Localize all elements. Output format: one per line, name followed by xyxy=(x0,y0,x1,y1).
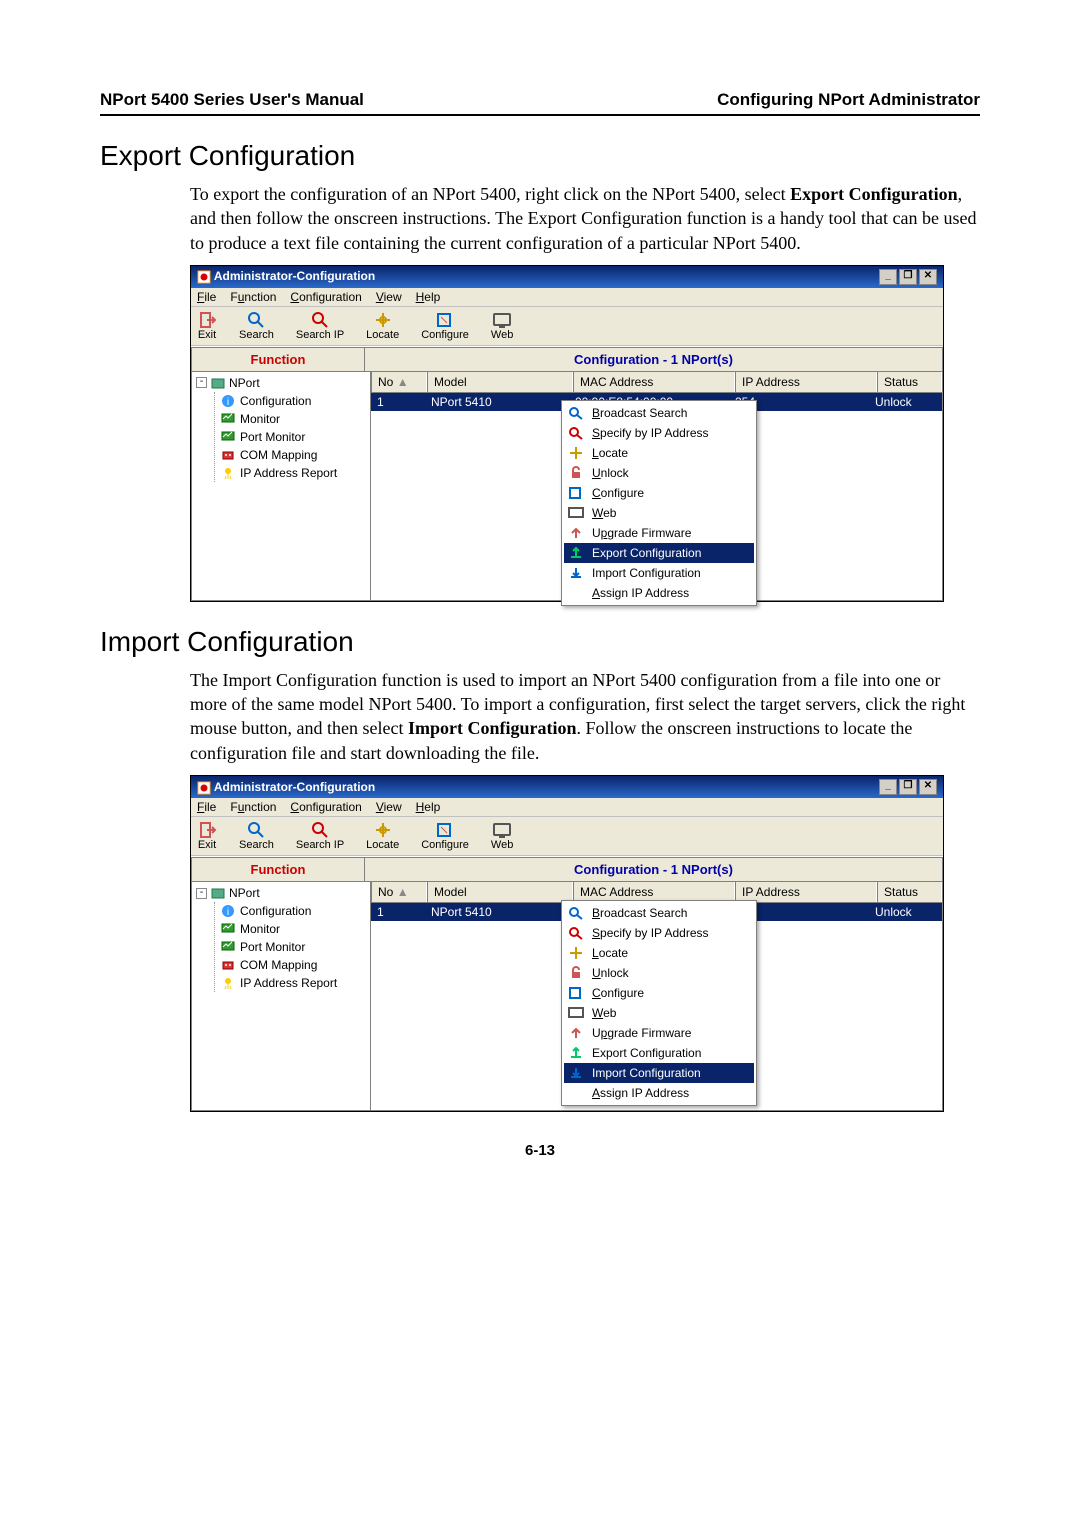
device-grid-2[interactable]: No ▲ Model MAC Address IP Address Status… xyxy=(371,882,943,1111)
toolbar-web-2[interactable]: Web xyxy=(491,821,513,851)
function-tree-2[interactable]: - NPort iConfiguration Monitor Port Moni… xyxy=(191,882,371,1111)
svg-text:i: i xyxy=(227,397,229,408)
export-paragraph: To export the configuration of an NPort … xyxy=(190,182,980,255)
col-status-2[interactable]: Status xyxy=(877,882,942,902)
min-button-2[interactable]: _ xyxy=(879,779,897,795)
ctx-specify-2[interactable]: Specify by IP Address xyxy=(564,923,754,943)
toolbar-search[interactable]: Search xyxy=(239,311,274,341)
function-tree[interactable]: - NPort iConfiguration Monitor Port Moni… xyxy=(191,372,371,601)
tree-monitor-2[interactable]: Monitor xyxy=(221,920,368,938)
right-pane-header: Configuration - 1 NPort(s) xyxy=(365,347,943,372)
ctx-unlock[interactable]: Unlock xyxy=(564,463,754,483)
ctx-configure-2[interactable]: Configure xyxy=(564,983,754,1003)
toolbar-searchip[interactable]: Search IP xyxy=(296,311,344,341)
ctx-specify[interactable]: Specify by IP Address xyxy=(564,423,754,443)
manual-title: NPort 5400 Series User's Manual xyxy=(100,90,364,110)
menu-file-2[interactable]: File xyxy=(197,800,216,814)
col-no-2[interactable]: No ▲ xyxy=(371,882,427,902)
ctx-broadcast-2[interactable]: Broadcast Search xyxy=(564,903,754,923)
menu-configuration-2[interactable]: Configuration xyxy=(290,800,361,814)
toolbar-configure[interactable]: Configure xyxy=(421,311,469,341)
col-ip[interactable]: IP Address xyxy=(735,372,877,392)
export-heading: Export Configuration xyxy=(100,140,980,172)
toolbar-exit-2[interactable]: Exit xyxy=(197,821,217,851)
import-paragraph: The Import Configuration function is use… xyxy=(190,668,980,765)
toolbar-searchip-2[interactable]: Search IP xyxy=(296,821,344,851)
menu-bar[interactable]: File Function Configuration View Help xyxy=(191,288,943,307)
menu-view-2[interactable]: View xyxy=(376,800,402,814)
col-mac[interactable]: MAC Address xyxy=(573,372,735,392)
tree-configuration[interactable]: iConfiguration xyxy=(221,392,368,410)
tree-port-monitor-2[interactable]: Port Monitor xyxy=(221,938,368,956)
menu-bar-2[interactable]: File Function Configuration View Help xyxy=(191,798,943,817)
menu-function[interactable]: Function xyxy=(230,290,276,304)
ctx-export[interactable]: Export Configuration xyxy=(564,543,754,563)
ctx-export-2[interactable]: Export Configuration xyxy=(564,1043,754,1063)
col-status[interactable]: Status xyxy=(877,372,942,392)
menu-file[interactable]: File xyxy=(197,290,216,304)
svg-text:i: i xyxy=(227,907,229,918)
col-no[interactable]: No ▲ xyxy=(371,372,427,392)
page-number: 6-13 xyxy=(100,1142,980,1159)
toolbar-web[interactable]: Web xyxy=(491,311,513,341)
ctx-import-2[interactable]: Import Configuration xyxy=(564,1063,754,1083)
window-title: Administrator-Configuration xyxy=(197,269,375,284)
tree-monitor[interactable]: Monitor xyxy=(221,410,368,428)
toolbar-configure-2[interactable]: Configure xyxy=(421,821,469,851)
title-bar[interactable]: Administrator-Configuration _ ❐ ✕ xyxy=(191,266,943,288)
tree-port-monitor[interactable]: Port Monitor xyxy=(221,428,368,446)
title-bar-2[interactable]: Administrator-Configuration _ ❐ ✕ xyxy=(191,776,943,798)
menu-help[interactable]: Help xyxy=(416,290,441,304)
ctx-broadcast[interactable]: Broadcast Search xyxy=(564,403,754,423)
toolbar-search-2[interactable]: Search xyxy=(239,821,274,851)
import-heading: Import Configuration xyxy=(100,626,980,658)
tree-ip-report[interactable]: IP Address Report xyxy=(221,464,368,482)
toolbar-exit[interactable]: Exit xyxy=(197,311,217,341)
menu-view[interactable]: View xyxy=(376,290,402,304)
toolbar-2: Exit Search Search IP Locate Configure W… xyxy=(191,817,943,856)
context-menu[interactable]: Broadcast Search Specify by IP Address L… xyxy=(561,400,757,606)
col-model-2[interactable]: Model xyxy=(427,882,573,902)
tree-com-mapping[interactable]: COM Mapping xyxy=(221,446,368,464)
tree-root[interactable]: NPort xyxy=(229,376,260,390)
col-mac-2[interactable]: MAC Address xyxy=(573,882,735,902)
toolbar-locate-2[interactable]: Locate xyxy=(366,821,399,851)
tree-com-mapping-2[interactable]: COM Mapping xyxy=(221,956,368,974)
window-title-2: Administrator-Configuration xyxy=(197,780,375,795)
app-window-export: Administrator-Configuration _ ❐ ✕ File F… xyxy=(190,265,944,602)
left-pane-header: Function xyxy=(191,347,365,372)
menu-help-2[interactable]: Help xyxy=(416,800,441,814)
ctx-assign-2[interactable]: Assign IP Address xyxy=(564,1083,754,1103)
menu-configuration[interactable]: Configuration xyxy=(290,290,361,304)
menu-function-2[interactable]: Function xyxy=(230,800,276,814)
close-button[interactable]: ✕ xyxy=(919,269,937,285)
toolbar-locate[interactable]: Locate xyxy=(366,311,399,341)
left-pane-header-2: Function xyxy=(191,857,365,882)
ctx-locate-2[interactable]: Locate xyxy=(564,943,754,963)
ctx-configure[interactable]: Configure xyxy=(564,483,754,503)
ctx-import[interactable]: Import Configuration xyxy=(564,563,754,583)
chapter-title: Configuring NPort Administrator xyxy=(717,90,980,110)
min-button[interactable]: _ xyxy=(879,269,897,285)
ctx-upgrade[interactable]: Upgrade Firmware xyxy=(564,523,754,543)
ctx-locate[interactable]: Locate xyxy=(564,443,754,463)
max-button[interactable]: ❐ xyxy=(899,269,917,285)
tree-configuration-2[interactable]: iConfiguration xyxy=(221,902,368,920)
ctx-upgrade-2[interactable]: Upgrade Firmware xyxy=(564,1023,754,1043)
toolbar: Exit Search Search IP Locate Configure W… xyxy=(191,307,943,346)
tree-root-2[interactable]: NPort xyxy=(229,886,260,900)
right-pane-header-2: Configuration - 1 NPort(s) xyxy=(365,857,943,882)
ctx-assign[interactable]: Assign IP Address xyxy=(564,583,754,603)
max-button-2[interactable]: ❐ xyxy=(899,779,917,795)
ctx-web[interactable]: Web xyxy=(564,503,754,523)
device-grid[interactable]: No ▲ Model MAC Address IP Address Status… xyxy=(371,372,943,601)
context-menu-2[interactable]: Broadcast Search Specify by IP Address L… xyxy=(561,900,757,1106)
close-button-2[interactable]: ✕ xyxy=(919,779,937,795)
app-window-import: Administrator-Configuration _ ❐ ✕ File F… xyxy=(190,775,944,1112)
tree-ip-report-2[interactable]: IP Address Report xyxy=(221,974,368,992)
ctx-web-2[interactable]: Web xyxy=(564,1003,754,1023)
ctx-unlock-2[interactable]: Unlock xyxy=(564,963,754,983)
col-model[interactable]: Model xyxy=(427,372,573,392)
col-ip-2[interactable]: IP Address xyxy=(735,882,877,902)
